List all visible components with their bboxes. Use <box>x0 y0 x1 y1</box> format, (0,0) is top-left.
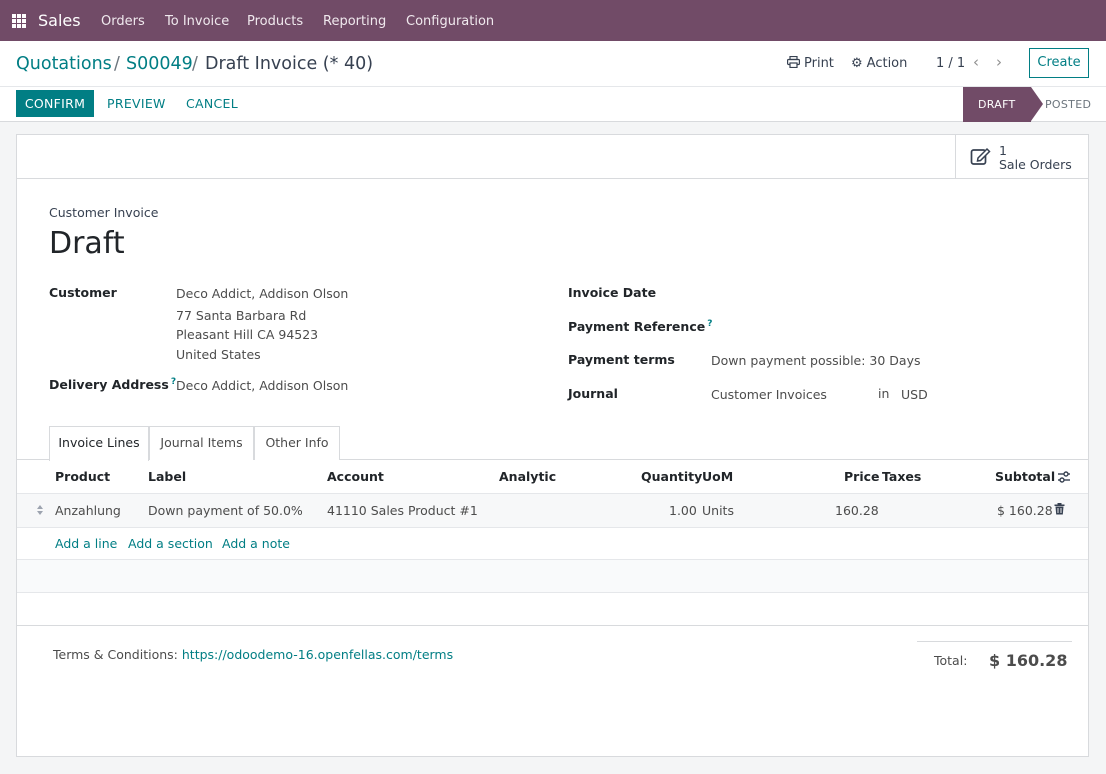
app-name[interactable]: Sales <box>38 11 81 30</box>
footer-divider <box>17 625 1088 626</box>
preview-button[interactable]: PREVIEW <box>107 96 166 111</box>
column-taxes[interactable]: Taxes <box>882 469 921 484</box>
total-label: Total: <box>934 653 968 668</box>
sale-orders-smart-button[interactable]: 1 Sale Orders <box>955 135 1088 179</box>
print-button[interactable]: Print <box>787 56 834 71</box>
breadcrumb-separator: / <box>192 54 198 74</box>
invoice-date-label: Invoice Date <box>568 285 657 300</box>
tab-other-info[interactable]: Other Info <box>254 426 340 460</box>
action-label: Action <box>866 56 908 71</box>
terms-link[interactable]: https://odoodemo-16.openfellas.com/terms <box>182 647 453 662</box>
row-product[interactable]: Anzahlung <box>55 503 121 518</box>
top-navbar: Sales Orders To Invoice Products Reporti… <box>0 0 1106 41</box>
column-account[interactable]: Account <box>327 469 384 484</box>
total-divider <box>917 641 1072 642</box>
gear-icon: ⚙ <box>851 56 863 71</box>
row-divider <box>17 592 1088 593</box>
column-subtotal[interactable]: Subtotal <box>995 469 1055 484</box>
column-uom[interactable]: UoM <box>702 469 733 484</box>
stage-posted[interactable]: POSTED <box>1045 98 1091 111</box>
control-divider <box>0 86 1106 87</box>
customer-street: 77 Santa Barbara Rd <box>176 308 307 323</box>
column-settings-icon[interactable] <box>1057 470 1071 484</box>
payment-terms-label: Payment terms <box>568 352 675 367</box>
payment-reference-field[interactable] <box>711 315 1011 335</box>
currency-field[interactable]: USD <box>901 387 928 402</box>
row-quantity[interactable]: 1.00 <box>669 503 697 518</box>
print-label: Print <box>804 56 834 71</box>
customer-city: Pleasant Hill CA 94523 <box>176 327 319 342</box>
row-divider <box>17 527 1088 528</box>
menu-reporting[interactable]: Reporting <box>323 14 386 29</box>
menu-to-invoice[interactable]: To Invoice <box>165 14 229 29</box>
drag-handle-icon[interactable] <box>36 504 44 516</box>
menu-configuration[interactable]: Configuration <box>406 14 494 29</box>
document-type: Customer Invoice <box>49 205 159 220</box>
column-product[interactable]: Product <box>55 469 110 484</box>
confirm-button[interactable]: CONFIRM <box>16 90 94 117</box>
add-note-link[interactable]: Add a note <box>222 536 290 551</box>
invoice-date-field[interactable] <box>711 281 1011 301</box>
column-price[interactable]: Price <box>844 469 880 484</box>
breadcrumb-quotations[interactable]: Quotations <box>16 54 112 74</box>
row-uom[interactable]: Units <box>702 503 734 518</box>
journal-in-text: in <box>878 386 890 401</box>
empty-row <box>17 560 1088 592</box>
row-subtotal: $ 160.28 <box>997 503 1053 518</box>
action-button[interactable]: ⚙ Action <box>851 56 907 71</box>
add-line-link[interactable]: Add a line <box>55 536 117 551</box>
form-sheet: 1 Sale Orders Customer Invoice Draft Cus… <box>16 134 1089 757</box>
payment-terms-field[interactable]: Down payment possible: 30 Days <box>711 353 921 368</box>
row-price[interactable]: 160.28 <box>835 503 879 518</box>
delivery-address-field[interactable]: Deco Addict, Addison Olson <box>176 378 348 393</box>
customer-label: Customer <box>49 285 117 300</box>
tab-journal-items[interactable]: Journal Items <box>149 426 254 460</box>
chevron-right-icon[interactable]: › <box>996 53 1002 71</box>
apps-grid-icon[interactable] <box>12 14 26 28</box>
document-title: Draft <box>49 226 125 261</box>
stage-draft[interactable]: DRAFT <box>963 87 1043 122</box>
menu-products[interactable]: Products <box>247 14 303 29</box>
customer-name[interactable]: Deco Addict, Addison Olson <box>176 286 348 301</box>
breadcrumb-order[interactable]: S00049 <box>126 54 193 74</box>
cancel-button[interactable]: CANCEL <box>186 96 238 111</box>
terms-conditions: Terms & Conditions: https://odoodemo-16.… <box>53 647 453 662</box>
column-quantity[interactable]: Quantity <box>641 469 702 484</box>
customer-country: United States <box>176 347 261 362</box>
control-panel: Quotations / S00049 / Draft Invoice (* 4… <box>0 41 1106 122</box>
tab-invoice-lines[interactable]: Invoice Lines <box>49 426 149 461</box>
terms-label: Terms & Conditions: <box>53 647 178 662</box>
create-button[interactable]: Create <box>1029 48 1089 78</box>
row-label[interactable]: Down payment of 50.0% <box>148 503 303 518</box>
total-value: $ 160.28 <box>989 651 1068 670</box>
column-label[interactable]: Label <box>148 469 186 484</box>
print-icon <box>787 56 800 68</box>
smart-button-label: Sale Orders <box>999 157 1072 172</box>
pager-value[interactable]: 1 / 1 <box>936 56 965 71</box>
trash-icon[interactable] <box>1054 503 1065 515</box>
button-box: 1 Sale Orders <box>17 135 1088 179</box>
journal-field[interactable]: Customer Invoices <box>711 387 827 402</box>
add-section-link[interactable]: Add a section <box>128 536 213 551</box>
menu-orders[interactable]: Orders <box>101 14 145 29</box>
payment-reference-label: Payment Reference? <box>568 319 713 335</box>
row-account[interactable]: 41110 Sales Product #1 <box>327 503 478 518</box>
journal-label: Journal <box>568 386 618 401</box>
smart-button-count: 1 <box>999 143 1007 158</box>
delivery-address-label: Delivery Address? <box>49 377 177 393</box>
edit-icon <box>970 147 991 165</box>
chevron-left-icon[interactable]: ‹ <box>973 53 979 71</box>
column-analytic[interactable]: Analytic <box>499 469 556 484</box>
breadcrumb-current: Draft Invoice (* 40) <box>205 54 374 74</box>
breadcrumb-separator: / <box>114 54 120 74</box>
